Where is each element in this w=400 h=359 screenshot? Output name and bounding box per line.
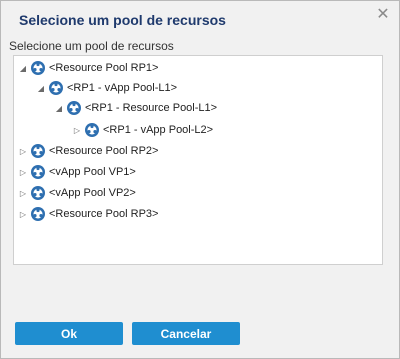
close-icon[interactable]: ✕ [375, 7, 391, 23]
tree-node-rp1-vapp-pool-l2[interactable]: ▷ <RP1 - vApp Pool-L2> [72, 120, 213, 140]
expand-toggle-icon[interactable]: ▷ [18, 146, 28, 156]
expand-toggle-icon[interactable]: ▷ [18, 209, 28, 219]
tree-subtitle: Selecione um pool de recursos [9, 39, 174, 53]
expand-toggle-icon[interactable]: ▷ [72, 125, 82, 135]
tree-node-rp1-resource-pool-l1[interactable]: ◢ <RP1 - Resource Pool-L1> [54, 98, 217, 118]
tree-node-resource-pool-rp1[interactable]: ◢ <Resource Pool RP1> [18, 58, 158, 78]
tree-node-vapp-pool-vp2[interactable]: ▷ <vApp Pool VP2> [18, 183, 136, 203]
resource-pool-icon [84, 122, 100, 138]
resource-pool-icon [30, 164, 46, 180]
tree-node-label: <Resource Pool RP2> [49, 145, 159, 157]
resource-pool-icon [48, 80, 64, 96]
tree-node-label: <Resource Pool RP1> [49, 62, 159, 74]
ok-button[interactable]: Ok [15, 322, 123, 345]
resource-pool-icon [66, 100, 82, 116]
resource-pool-icon [30, 60, 46, 76]
resource-pool-icon [30, 206, 46, 222]
tree-node-resource-pool-rp2[interactable]: ▷ <Resource Pool RP2> [18, 141, 158, 161]
tree-node-label: <vApp Pool VP2> [49, 187, 136, 199]
tree-node-label: <RP1 - vApp Pool-L1> [67, 82, 178, 94]
collapse-toggle-icon[interactable]: ◢ [54, 103, 64, 113]
tree-node-label: <RP1 - Resource Pool-L1> [85, 102, 218, 114]
tree-node-label: <RP1 - vApp Pool-L2> [103, 124, 214, 136]
tree-node-vapp-pool-vp1[interactable]: ▷ <vApp Pool VP1> [18, 162, 136, 182]
collapse-toggle-icon[interactable]: ◢ [36, 83, 46, 93]
tree-node-rp1-vapp-pool-l1[interactable]: ◢ <RP1 - vApp Pool-L1> [36, 78, 177, 98]
resource-pool-icon [30, 143, 46, 159]
expand-toggle-icon[interactable]: ▷ [18, 188, 28, 198]
tree-node-resource-pool-rp3[interactable]: ▷ <Resource Pool RP3> [18, 204, 158, 224]
expand-toggle-icon[interactable]: ▷ [18, 167, 28, 177]
resource-pool-dialog: Selecione um pool de recursos ✕ Selecion… [0, 0, 400, 359]
dialog-title: Selecione um pool de recursos [19, 12, 226, 28]
tree-node-label: <vApp Pool VP1> [49, 166, 136, 178]
resource-pool-icon [30, 185, 46, 201]
tree-node-label: <Resource Pool RP3> [49, 208, 159, 220]
resource-pool-tree[interactable]: ◢ <Resource Pool RP1> ◢ <RP1 - vApp Pool… [13, 55, 383, 265]
collapse-toggle-icon[interactable]: ◢ [18, 63, 28, 73]
cancel-button[interactable]: Cancelar [132, 322, 240, 345]
